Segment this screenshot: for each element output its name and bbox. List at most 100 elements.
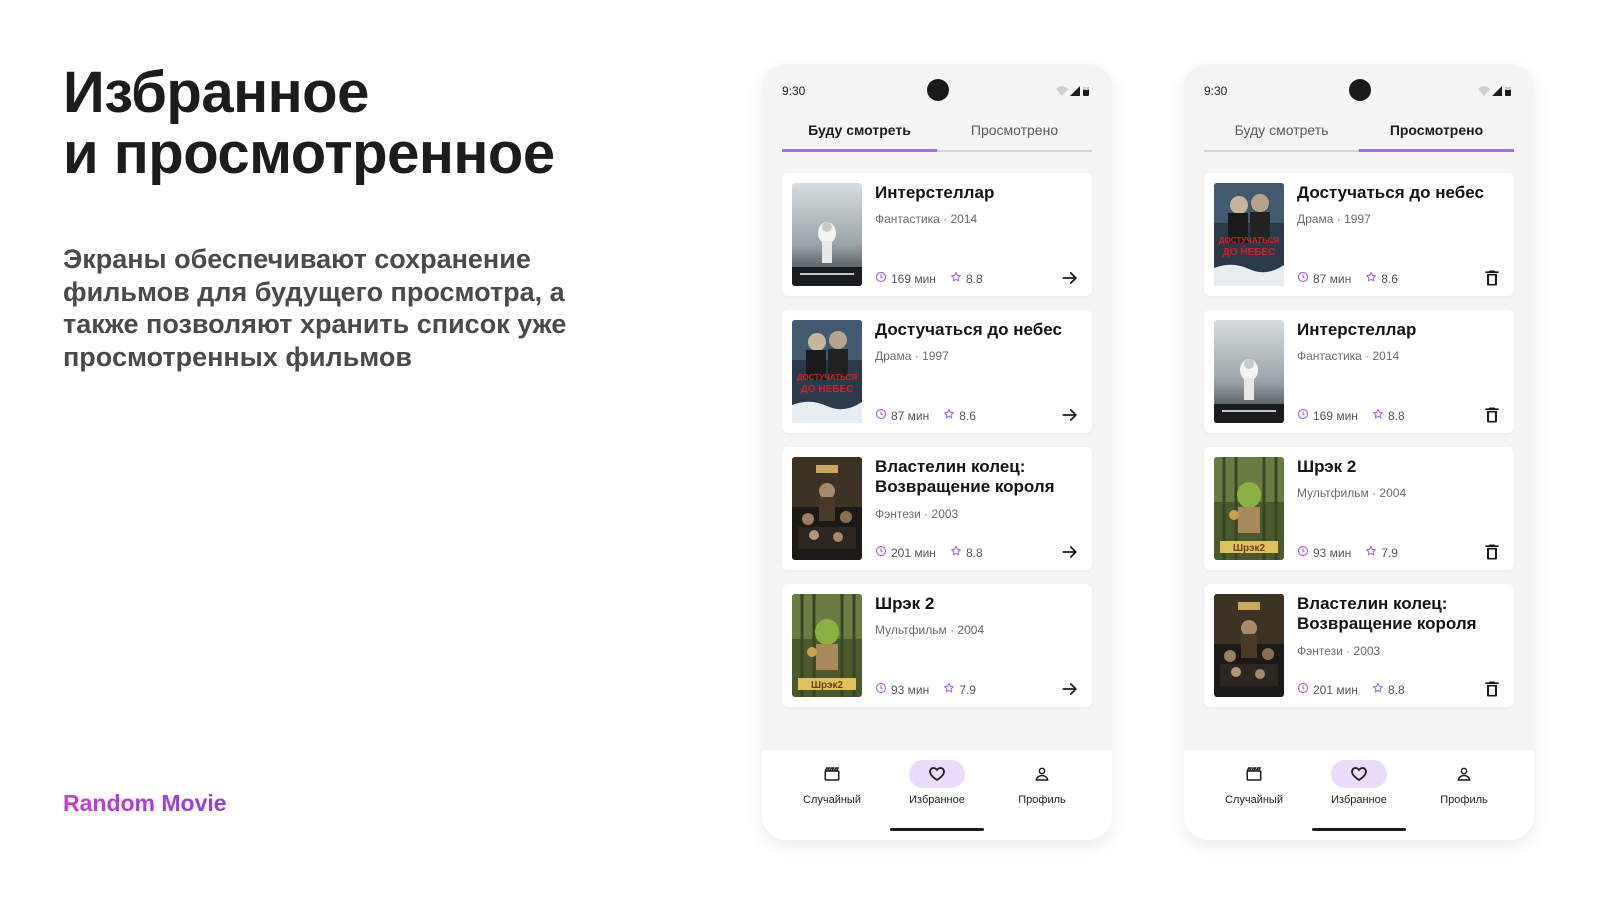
star-icon: [950, 545, 966, 560]
movie-title: Интерстеллар: [1297, 320, 1417, 339]
person-icon: [1436, 760, 1492, 788]
slide-description: Экраны обеспечивают сохранение фильмов д…: [63, 244, 567, 372]
clapperboard-icon: [1226, 760, 1282, 788]
bottom-navigation: Случайный Избранное Профиль: [762, 750, 1112, 840]
slide-title-line1: Избранное: [63, 60, 369, 125]
nav-favorites[interactable]: Избранное: [887, 760, 987, 806]
svg-text:ДО НЕБЕС: ДО НЕБЕС: [801, 384, 854, 395]
movie-genre-year: Фантастика · 2014: [1297, 349, 1400, 363]
clock-icon: [875, 545, 891, 560]
clock-icon: [1297, 545, 1313, 560]
status-time: 9:30: [782, 84, 806, 98]
star-icon: [943, 682, 959, 697]
movie-title: Достучаться до небес: [875, 320, 1062, 339]
delete-button[interactable]: [1482, 268, 1502, 288]
home-indicator[interactable]: [1312, 828, 1406, 831]
delete-button[interactable]: [1482, 405, 1502, 425]
movie-card[interactable]: Интерстеллар Фантастика · 2014 169 мин 8.8: [782, 173, 1092, 296]
movie-poster: [1214, 594, 1284, 697]
tab-watched[interactable]: Просмотрено: [1359, 114, 1514, 152]
star-icon: [1365, 545, 1381, 560]
nav-profile[interactable]: Профиль: [992, 760, 1092, 806]
delete-button[interactable]: [1482, 542, 1502, 562]
heart-icon: [909, 760, 965, 788]
movie-rating: 8.6: [1381, 271, 1398, 286]
clock-icon: [1297, 408, 1313, 423]
movie-rating: 7.9: [1381, 545, 1398, 560]
arrow-right-icon: [1060, 683, 1080, 703]
movie-duration: 93 мин: [891, 682, 930, 697]
nav-label: Избранное: [1331, 794, 1387, 806]
arrow-right-icon: [1060, 409, 1080, 429]
movie-genre-year: Драма · 1997: [1297, 212, 1371, 226]
movie-stats: 201 мин 8.8: [875, 545, 983, 560]
movie-card[interactable]: Властелин колец: Возвращение короля Фэнте…: [1204, 584, 1514, 707]
movie-title: Интерстеллар: [875, 183, 995, 202]
movie-title: Шрэк 2: [1297, 457, 1357, 476]
trash-icon: [1482, 407, 1502, 429]
movie-duration: 169 мин: [891, 271, 936, 286]
movie-rating: 8.8: [965, 545, 983, 560]
svg-text:ДОСТУЧАТЬСЯ: ДОСТУЧАТЬСЯ: [797, 373, 858, 382]
clock-icon: [875, 408, 891, 423]
movie-title: Шрэк 2: [875, 594, 935, 613]
movie-card[interactable]: Интерстеллар Фантастика · 2014 169 мин 8.8: [1204, 310, 1514, 433]
clock-icon: [875, 271, 891, 286]
svg-text:Шрэк2: Шрэк2: [811, 680, 844, 691]
bottom-navigation: Случайный Избранное Профиль: [1184, 750, 1534, 840]
movie-card[interactable]: Шрэк2 Шрэк 2 Мультфильм · 2004 93 мин 7.9: [1204, 447, 1514, 570]
trash-icon: [1482, 544, 1502, 566]
movie-list: Интерстеллар Фантастика · 2014 169 мин 8.8 Д…: [782, 173, 1092, 721]
home-indicator[interactable]: [890, 828, 984, 831]
arrow-right-icon: [1060, 546, 1080, 566]
movie-stats: 87 мин 8.6: [875, 408, 976, 423]
movie-rating: 8.8: [965, 271, 983, 286]
movie-genre-year: Мультфильм · 2004: [875, 623, 985, 637]
slide-title: Избранное и просмотренное: [63, 62, 555, 184]
tab-watch-later[interactable]: Буду смотреть: [782, 114, 937, 152]
nav-favorites[interactable]: Избранное: [1309, 760, 1409, 806]
movie-duration: 87 мин: [891, 408, 930, 423]
movie-stats: 87 мин 8.6: [1297, 271, 1398, 286]
open-button[interactable]: [1060, 542, 1080, 562]
nav-random[interactable]: Случайный: [782, 760, 882, 806]
movie-duration: 87 мин: [1313, 271, 1352, 286]
movie-stats: 93 мин 7.9: [1297, 545, 1398, 560]
star-icon: [950, 271, 966, 286]
status-bar: 9:30: [1184, 64, 1534, 114]
movie-stats: 201 мин 8.8: [1297, 682, 1405, 697]
tab-watch-later[interactable]: Буду смотреть: [1204, 114, 1359, 150]
movie-stats: 169 мин 8.8: [875, 271, 983, 286]
system-status-icon: [1476, 84, 1512, 96]
movie-card[interactable]: Властелин колец: Возвращение короля Фэнте…: [782, 447, 1092, 570]
delete-button[interactable]: [1482, 679, 1502, 699]
movie-rating: 8.6: [959, 408, 976, 423]
movie-card[interactable]: Шрэк2 Шрэк 2 Мультфильм · 2004 93 мин 7.9: [782, 584, 1092, 707]
movie-stats: 169 мин 8.8: [1297, 408, 1405, 423]
movie-stats: 93 мин 7.9: [875, 682, 976, 697]
movie-title: Властелин колец: Возвращение короля: [1297, 594, 1477, 633]
open-button[interactable]: [1060, 679, 1080, 699]
movie-list: ДОСТУЧАТЬСЯ ДО НЕБЕС Достучаться до небес Д…: [1204, 173, 1514, 721]
open-button[interactable]: [1060, 268, 1080, 288]
camera-cutout: [1349, 79, 1371, 101]
nav-profile[interactable]: Профиль: [1414, 760, 1514, 806]
nav-label: Избранное: [909, 794, 965, 806]
open-button[interactable]: [1060, 405, 1080, 425]
tab-watched[interactable]: Просмотрено: [937, 114, 1092, 150]
movie-duration: 201 мин: [1313, 682, 1358, 697]
nav-label: Случайный: [803, 794, 861, 806]
star-icon: [1372, 682, 1388, 697]
movie-poster: [792, 457, 862, 560]
movie-card[interactable]: ДОСТУЧАТЬСЯ ДО НЕБЕС Достучаться до небес Д…: [1204, 173, 1514, 296]
movie-card[interactable]: ДОСТУЧАТЬСЯ ДО НЕБЕС Достучаться до небес Д…: [782, 310, 1092, 433]
phone-watched: 9:30 Буду смотреть Просмотрено ДОСТУЧАТЬСЯ Д…: [1184, 64, 1534, 840]
tab-bar: Буду смотреть Просмотрено: [1204, 114, 1514, 152]
movie-genre-year: Драма · 1997: [875, 349, 949, 363]
svg-text:Шрэк2: Шрэк2: [1233, 543, 1266, 554]
nav-random[interactable]: Случайный: [1204, 760, 1304, 806]
phone-watchlist: 9:30 Буду смотреть Просмотрено Интерстеллар…: [762, 64, 1112, 840]
star-icon: [943, 408, 959, 423]
nav-label: Случайный: [1225, 794, 1283, 806]
movie-rating: 8.8: [1387, 682, 1405, 697]
